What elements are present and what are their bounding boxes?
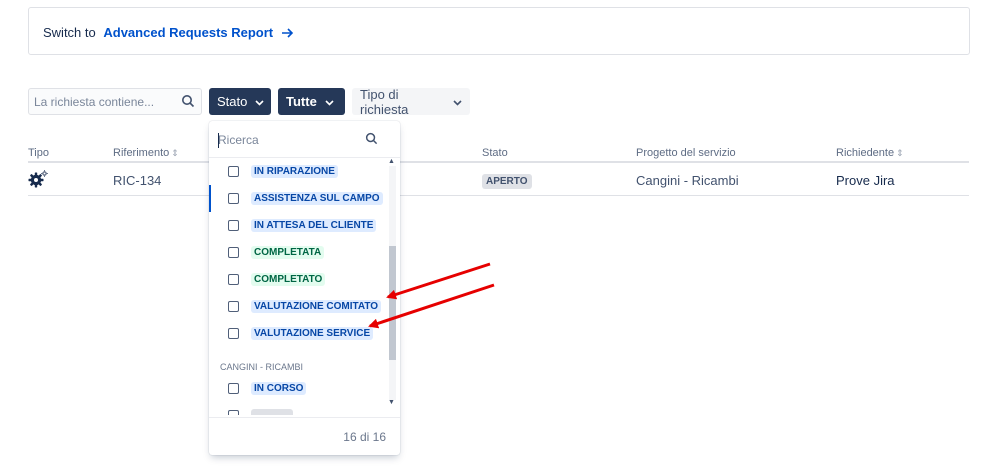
search-icon xyxy=(181,94,195,113)
table-header-divider xyxy=(28,161,969,163)
chevron-down-icon xyxy=(453,94,462,109)
checkbox[interactable] xyxy=(228,383,239,394)
gear-icon xyxy=(28,169,50,194)
checkbox[interactable] xyxy=(228,410,239,415)
request-type-filter-label: Tipo di richiesta xyxy=(360,86,409,117)
column-header-reference-label: Riferimento xyxy=(113,147,170,159)
status-option-label: IN RIPARAZIONE xyxy=(251,165,338,178)
annotation-arrows xyxy=(368,262,495,329)
status-option[interactable]: IN RIPARAZIONE xyxy=(209,158,387,185)
status-option-label: COMPLETATO xyxy=(251,273,326,286)
status-dropdown: IN RIPARAZIONE ASSISTENZA SUL CAMPO IN A… xyxy=(209,121,400,455)
status-option-label: VALUTAZIONE COMITATO xyxy=(251,300,382,313)
request-search-input[interactable] xyxy=(29,89,169,114)
table-row-divider xyxy=(28,195,969,196)
column-header-reference[interactable]: Riferimento ⇕ xyxy=(113,147,179,159)
column-header-status: Stato xyxy=(482,147,508,159)
status-filter-label: Stato xyxy=(217,94,248,109)
request-reference[interactable]: RIC-134 xyxy=(113,173,161,188)
column-header-requester-label: Richiedente xyxy=(836,147,895,159)
switch-banner: Switch to Advanced Requests Report xyxy=(28,7,970,55)
status-option[interactable]: COMPLETATO xyxy=(209,266,387,293)
status-option[interactable]: IN CORSO xyxy=(209,375,387,402)
arrow-right-icon xyxy=(281,27,294,42)
checkbox[interactable] xyxy=(228,328,239,339)
advanced-report-link-label: Advanced Requests Report xyxy=(103,25,274,40)
dropdown-scrollbar[interactable]: ▲ ▼ xyxy=(386,158,398,408)
service-project: Cangini - Ricambi xyxy=(636,173,739,188)
all-requests-filter-label: Tutte xyxy=(286,94,317,109)
requester-name: Prove Jira xyxy=(836,173,895,188)
checkbox[interactable] xyxy=(228,166,239,177)
request-type-filter-button[interactable]: Tipo di richiesta xyxy=(352,86,470,117)
scrollbar-thumb[interactable] xyxy=(389,246,396,360)
dropdown-search-input[interactable] xyxy=(218,133,358,147)
dropdown-search[interactable] xyxy=(218,131,392,151)
status-filter-button[interactable]: Stato xyxy=(209,88,271,115)
request-search-field[interactable] xyxy=(28,88,202,115)
text-caret xyxy=(218,133,219,148)
status-option[interactable]: VALUTAZIONE SERVICE xyxy=(209,320,387,347)
banner-text: Switch to Advanced Requests Report xyxy=(43,25,294,42)
scroll-up-icon[interactable]: ▲ xyxy=(388,158,395,165)
column-header-project: Progetto del servizio xyxy=(636,147,736,159)
focus-indicator xyxy=(209,185,211,212)
status-option[interactable]: COMPLETATA xyxy=(209,239,387,266)
status-option[interactable]: IN ATTESA DEL CLIENTE xyxy=(209,212,387,239)
checkbox[interactable] xyxy=(228,220,239,231)
banner-prefix: Switch to xyxy=(43,25,96,40)
annotation-arrow-comitato xyxy=(386,262,491,300)
status-option-list: IN RIPARAZIONE ASSISTENZA SUL CAMPO IN A… xyxy=(209,157,400,415)
result-count: 16 di 16 xyxy=(343,430,386,444)
status-option-label: IN CORSO xyxy=(251,382,307,395)
status-option[interactable]: ASSISTENZA SUL CAMPO xyxy=(209,185,387,212)
status-option-label-partial xyxy=(251,409,293,415)
all-requests-filter-button[interactable]: Tutte xyxy=(278,88,345,115)
status-option[interactable]: VALUTAZIONE COMITATO xyxy=(209,293,387,320)
checkbox[interactable] xyxy=(228,247,239,258)
dropdown-footer: 16 di 16 xyxy=(209,417,400,455)
status-option-label: ASSISTENZA SUL CAMPO xyxy=(251,192,383,205)
status-option-label: COMPLETATA xyxy=(251,246,325,259)
checkbox[interactable] xyxy=(228,301,239,312)
search-icon xyxy=(365,132,378,150)
chevron-down-icon xyxy=(255,94,264,109)
sort-icon: ⇕ xyxy=(896,148,904,158)
sort-icon: ⇕ xyxy=(171,148,179,158)
column-header-type: Tipo xyxy=(28,147,49,159)
group-label: CANGINI - RICAMBI xyxy=(220,362,304,372)
status-option[interactable] xyxy=(209,402,387,415)
column-header-requester[interactable]: Richiedente ⇕ xyxy=(836,147,904,159)
status-badge: APERTO xyxy=(482,174,532,189)
chevron-down-icon xyxy=(325,94,334,109)
advanced-report-link[interactable]: Advanced Requests Report xyxy=(103,25,293,40)
status-option-label: VALUTAZIONE SERVICE xyxy=(251,327,374,340)
status-option-label: IN ATTESA DEL CLIENTE xyxy=(251,219,377,232)
scroll-down-icon[interactable]: ▼ xyxy=(388,399,395,406)
checkbox[interactable] xyxy=(228,193,239,204)
checkbox[interactable] xyxy=(228,274,239,285)
